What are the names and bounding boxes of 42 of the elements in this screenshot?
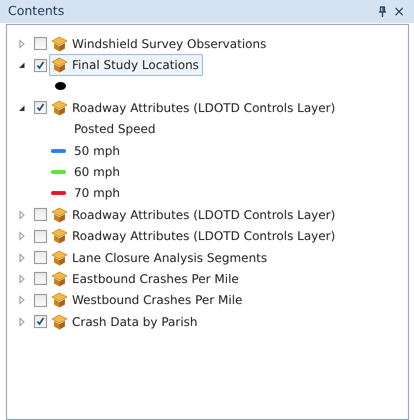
layer-package-icon xyxy=(51,206,68,223)
layer-package-icon xyxy=(51,250,68,266)
layer-name[interactable]: Roadway Attributes (LDOTD Controls Layer) xyxy=(72,227,336,246)
layer-package-icon xyxy=(51,36,68,52)
layer-package-icon xyxy=(51,271,68,287)
layer-package-icon xyxy=(51,314,68,330)
layer-name[interactable]: Lane Closure Analysis Segments xyxy=(72,248,268,267)
layer-checkbox[interactable] xyxy=(34,37,47,50)
expand-icon[interactable] xyxy=(17,295,27,306)
layer-name[interactable]: Eastbound Crashes Per Mile xyxy=(72,270,239,288)
layer-checkbox[interactable] xyxy=(34,58,47,72)
layer-name[interactable]: Roadway Attributes (LDOTD Controls Layer) xyxy=(72,98,336,117)
layer-package-icon xyxy=(51,100,68,116)
panel-title: Contents xyxy=(8,2,64,20)
layer-checkbox[interactable] xyxy=(34,251,47,264)
close-button[interactable]: × xyxy=(390,4,408,18)
legend-heading: Posted Speed xyxy=(74,121,156,138)
layer-checkbox[interactable] xyxy=(34,272,47,286)
expand-icon[interactable] xyxy=(17,274,27,284)
selected-layer-highlight[interactable]: Final Study Locations xyxy=(49,54,203,76)
legend-label: 70 mph xyxy=(74,185,120,202)
layer-checkbox[interactable] xyxy=(34,101,47,114)
collapse-icon[interactable] xyxy=(17,60,27,70)
layer-package-icon xyxy=(51,57,68,74)
layer-checkbox[interactable] xyxy=(34,315,47,328)
legend-label: 50 mph xyxy=(74,142,120,160)
layer-checkbox[interactable] xyxy=(34,230,47,243)
expand-icon[interactable] xyxy=(17,316,27,327)
expand-icon[interactable] xyxy=(17,210,27,220)
expand-icon[interactable] xyxy=(17,252,27,263)
layer-name[interactable]: Westbound Crashes Per Mile xyxy=(72,291,242,310)
layer-name[interactable]: Windshield Survey Observations xyxy=(72,34,266,53)
layer-name[interactable]: Crash Data by Parish xyxy=(72,312,198,331)
layer-checkbox[interactable] xyxy=(34,294,47,307)
layer-name[interactable]: Final Study Locations xyxy=(72,56,199,74)
expand-icon[interactable] xyxy=(17,38,27,49)
layer-package-icon xyxy=(51,292,68,308)
layer-package-icon xyxy=(51,228,68,244)
layer-checkbox[interactable] xyxy=(34,208,47,222)
legend-label: 60 mph xyxy=(74,164,120,182)
expand-icon[interactable] xyxy=(17,231,27,242)
layer-name[interactable]: Roadway Attributes (LDOTD Controls Layer) xyxy=(72,206,336,224)
